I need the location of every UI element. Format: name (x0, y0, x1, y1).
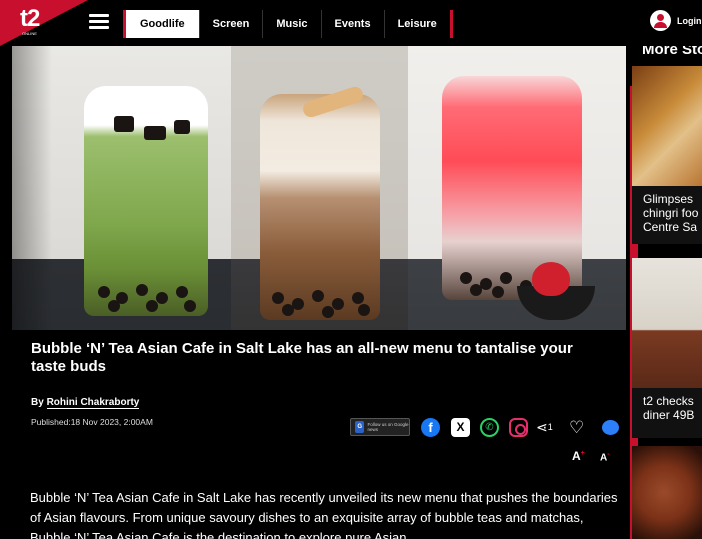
byline-prefix: By (31, 397, 44, 408)
more-stories-sidebar: More Sto Glimpses chingri foo Centre Sa … (626, 46, 702, 539)
logo-subtext: ONLINE (22, 31, 37, 36)
font-increase-button[interactable]: A+ (572, 449, 585, 463)
story-thumbnail (632, 258, 702, 388)
logo-text: t2 (20, 5, 40, 32)
font-increase-label: A (572, 449, 581, 463)
facebook-icon[interactable]: f (421, 418, 440, 437)
published-date: Published:18 Nov 2023, 2:00AM (31, 417, 153, 427)
article-title: Bubble ‘N’ Tea Asian Cafe in Salt Lake h… (31, 340, 573, 375)
login-label: Login (677, 15, 702, 26)
tiramisu-bubble-tea-glass (260, 94, 380, 320)
google-news-label: Follow us on Google news (367, 422, 409, 432)
story-thumbnail (632, 446, 702, 539)
google-news-icon: G (355, 421, 365, 433)
story-title: t2 checks diner 49B (643, 394, 695, 422)
instagram-icon[interactable] (509, 418, 528, 437)
hamburger-menu-icon[interactable] (89, 14, 109, 32)
google-news-button[interactable]: G Follow us on Google news (350, 418, 410, 436)
nav-item-goodlife[interactable]: Goodlife (126, 10, 200, 38)
nav-item-leisure[interactable]: Leisure (385, 10, 450, 38)
story-card[interactable]: Glimpses chingri foo Centre Sa (632, 66, 702, 244)
hero-image (12, 46, 626, 330)
top-header: t2 ONLINE Goodlife Screen Music Events L… (0, 0, 702, 46)
share-icon[interactable]: ⋖1 (536, 418, 562, 437)
site-logo[interactable]: t2 ONLINE (0, 0, 88, 46)
sidebar-heading: More Sto (642, 46, 702, 58)
logo-red-corner (0, 0, 88, 46)
nav-item-events[interactable]: Events (322, 10, 385, 38)
main-nav: Goodlife Screen Music Events Leisure (123, 10, 453, 38)
login-button[interactable]: Login (650, 10, 702, 31)
comment-icon[interactable] (602, 420, 619, 435)
user-icon (650, 10, 671, 31)
x-icon[interactable]: X (451, 418, 470, 437)
heart-icon[interactable]: ♡ (569, 418, 588, 437)
story-card[interactable]: t2 checks diner 49B (632, 258, 702, 438)
author-link[interactable]: Rohini Chakraborty (46, 397, 140, 409)
story-thumbnail (632, 66, 702, 186)
font-decrease-button[interactable]: A- (600, 451, 610, 463)
story-card[interactable] (632, 446, 702, 539)
story-title: Glimpses chingri foo Centre Sa (643, 192, 699, 234)
article-body: Bubble ‘N’ Tea Asian Cafe in Salt Lake h… (30, 490, 618, 539)
strawberry (532, 262, 570, 296)
share-count: 1 (547, 422, 553, 432)
byline: By Rohini Chakraborty (31, 397, 140, 409)
nav-item-music[interactable]: Music (263, 10, 322, 38)
whatsapp-icon[interactable]: ✆ (480, 418, 499, 437)
nav-item-screen[interactable]: Screen (200, 10, 264, 38)
matcha-bubble-tea-glass (84, 86, 208, 316)
